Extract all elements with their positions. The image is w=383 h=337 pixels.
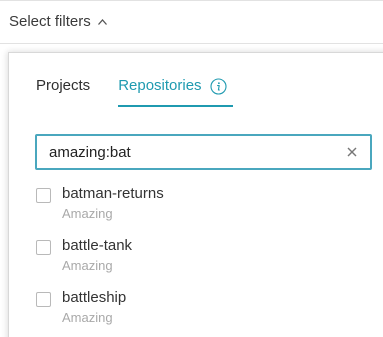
filter-panel: Projects Repositories batman-return xyxy=(8,52,383,337)
chevron-up-icon xyxy=(97,19,107,25)
filter-tabs: Projects Repositories xyxy=(36,76,233,107)
filter-header: Select filters xyxy=(0,0,383,44)
list-item: batman-returns Amazing xyxy=(35,184,375,236)
repository-name: battle-tank xyxy=(62,237,133,254)
tab-projects-label: Projects xyxy=(36,77,91,94)
repository-name: batman-returns xyxy=(62,185,164,202)
repository-project: Amazing xyxy=(62,206,113,221)
tab-repositories[interactable]: Repositories xyxy=(118,76,233,107)
select-filters-label: Select filters xyxy=(9,13,91,30)
repository-name: battleship xyxy=(62,289,127,306)
info-icon[interactable] xyxy=(210,77,227,95)
repository-search xyxy=(35,134,372,170)
tab-projects[interactable]: Projects xyxy=(36,76,90,105)
filter-dropdown: Select filters Projects Repositories ama… xyxy=(0,0,383,337)
repository-project: Amazing xyxy=(62,310,113,325)
list-item: battleship Amazing xyxy=(35,288,375,337)
repository-results: batman-returns Amazing battle-tank Amazi… xyxy=(35,184,375,337)
close-icon[interactable] xyxy=(346,146,358,158)
repository-project: Amazing xyxy=(62,258,113,273)
repository-checkbox[interactable] xyxy=(36,240,51,255)
search-input[interactable] xyxy=(37,137,329,167)
tab-repositories-label: Repositories xyxy=(118,77,202,94)
repository-checkbox[interactable] xyxy=(36,292,51,307)
list-item: battle-tank Amazing xyxy=(35,236,375,288)
repository-checkbox[interactable] xyxy=(36,188,51,203)
select-filters-toggle[interactable]: Select filters xyxy=(9,13,108,31)
